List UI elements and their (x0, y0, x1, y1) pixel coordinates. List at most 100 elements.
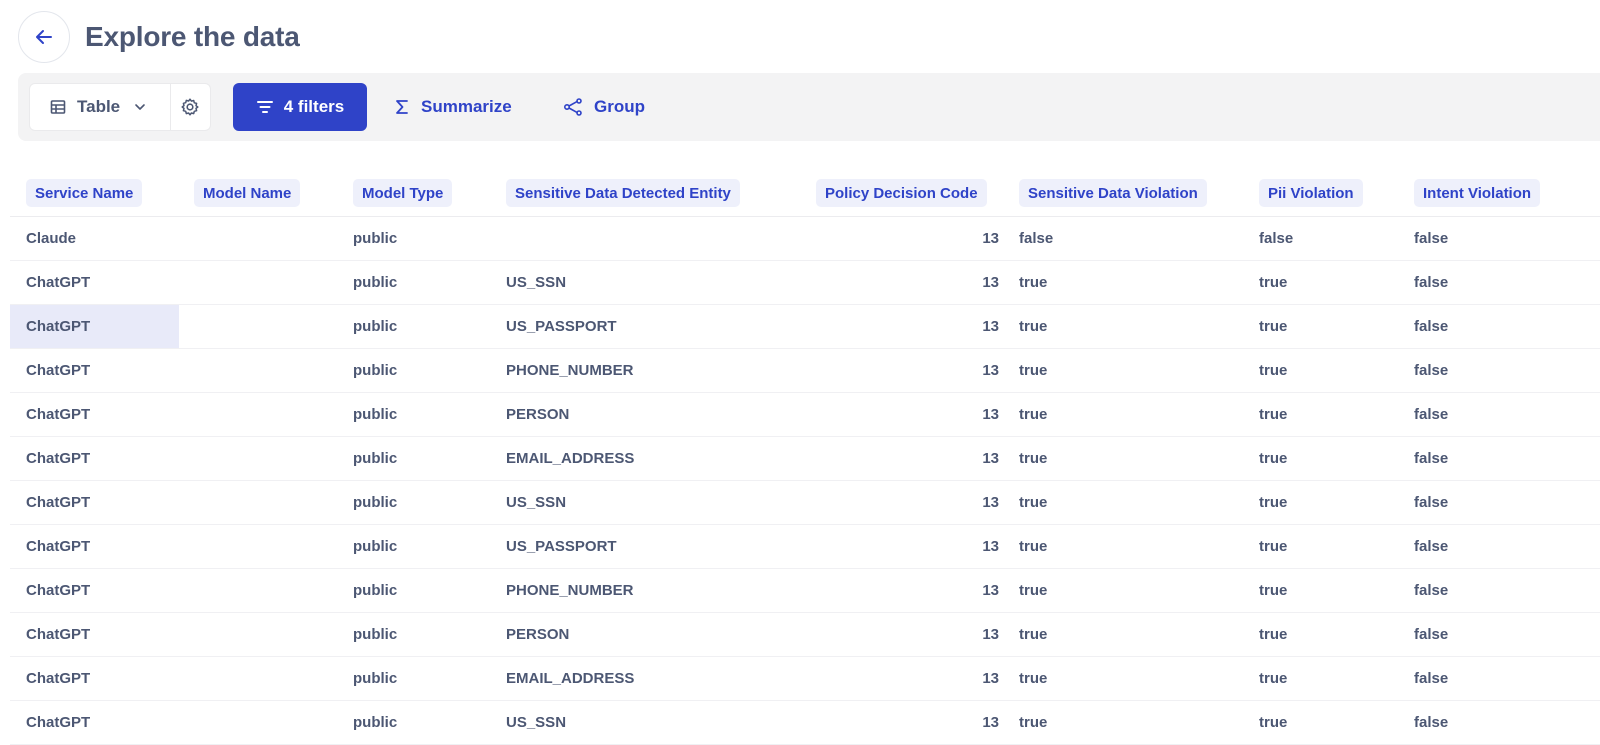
cell-sensitive-entity[interactable]: PERSON (506, 393, 796, 436)
cell-service-name[interactable]: ChatGPT (10, 261, 179, 304)
summarize-button[interactable]: Summarize (394, 83, 512, 131)
cell-model-name[interactable] (194, 349, 334, 392)
column-header-sensitive-data-violation[interactable]: Sensitive Data Violation (1019, 179, 1207, 207)
cell-intent-violation[interactable]: false (1414, 349, 1564, 392)
cell-sensitive-data-violation[interactable]: true (1019, 525, 1239, 568)
column-header-sensitive-entity[interactable]: Sensitive Data Detected Entity (506, 179, 740, 207)
cell-model-name[interactable] (194, 657, 334, 700)
cell-pii-violation[interactable]: true (1259, 525, 1399, 568)
cell-policy-decision-code[interactable]: 13 (816, 437, 999, 480)
cell-model-name[interactable] (194, 701, 334, 744)
cell-sensitive-entity[interactable]: EMAIL_ADDRESS (506, 437, 796, 480)
cell-pii-violation[interactable]: true (1259, 305, 1399, 348)
cell-service-name[interactable]: ChatGPT (10, 437, 179, 480)
cell-intent-violation[interactable]: false (1414, 393, 1564, 436)
cell-service-name[interactable]: ChatGPT (10, 349, 179, 392)
view-select[interactable]: Table (30, 84, 170, 130)
cell-pii-violation[interactable]: true (1259, 437, 1399, 480)
cell-sensitive-data-violation[interactable]: true (1019, 261, 1239, 304)
view-settings-button[interactable] (169, 84, 211, 130)
cell-policy-decision-code[interactable]: 13 (816, 349, 999, 392)
column-header-pii-violation[interactable]: Pii Violation (1259, 179, 1363, 207)
cell-sensitive-data-violation[interactable]: true (1019, 305, 1239, 348)
back-button[interactable] (18, 11, 70, 63)
cell-policy-decision-code[interactable]: 13 (816, 481, 999, 524)
cell-service-name-selected[interactable]: ChatGPT (10, 305, 179, 348)
cell-sensitive-entity[interactable]: US_SSN (506, 701, 796, 744)
cell-model-name[interactable] (194, 525, 334, 568)
cell-model-type[interactable]: public (353, 701, 493, 744)
group-button[interactable]: Group (563, 83, 645, 131)
cell-model-type[interactable]: public (353, 481, 493, 524)
cell-model-name[interactable] (194, 569, 334, 612)
column-header-intent-violation[interactable]: Intent Violation (1414, 179, 1541, 207)
cell-service-name[interactable]: Claude (10, 217, 179, 260)
cell-model-type[interactable]: public (353, 657, 493, 700)
cell-sensitive-entity[interactable]: PHONE_NUMBER (506, 349, 796, 392)
column-header-service-name[interactable]: Service Name (26, 179, 143, 207)
cell-policy-decision-code[interactable]: 13 (816, 261, 999, 304)
cell-pii-violation[interactable]: true (1259, 569, 1399, 612)
cell-model-name[interactable] (194, 305, 334, 348)
cell-policy-decision-code[interactable]: 13 (816, 701, 999, 744)
cell-model-type[interactable]: public (353, 613, 493, 656)
cell-model-type[interactable]: public (353, 525, 493, 568)
cell-sensitive-entity[interactable]: EMAIL_ADDRESS (506, 657, 796, 700)
cell-sensitive-data-violation[interactable]: true (1019, 349, 1239, 392)
cell-model-type[interactable]: public (353, 393, 493, 436)
cell-sensitive-entity[interactable]: US_PASSPORT (506, 305, 796, 348)
cell-intent-violation[interactable]: false (1414, 569, 1564, 612)
cell-sensitive-data-violation[interactable]: true (1019, 481, 1239, 524)
cell-policy-decision-code[interactable]: 13 (816, 657, 999, 700)
cell-intent-violation[interactable]: false (1414, 613, 1564, 656)
cell-intent-violation[interactable]: false (1414, 657, 1564, 700)
cell-model-name[interactable] (194, 261, 334, 304)
cell-sensitive-data-violation[interactable]: true (1019, 657, 1239, 700)
cell-policy-decision-code[interactable]: 13 (816, 393, 999, 436)
cell-model-name[interactable] (194, 393, 334, 436)
cell-service-name[interactable]: ChatGPT (10, 481, 179, 524)
cell-model-name[interactable] (194, 481, 334, 524)
cell-pii-violation[interactable]: true (1259, 613, 1399, 656)
column-header-policy-decision-code[interactable]: Policy Decision Code (816, 179, 987, 207)
cell-policy-decision-code[interactable]: 13 (816, 613, 999, 656)
filters-button[interactable]: 4 filters (233, 83, 367, 131)
cell-model-type[interactable]: public (353, 261, 493, 304)
cell-policy-decision-code[interactable]: 13 (816, 305, 999, 348)
cell-pii-violation[interactable]: false (1259, 217, 1399, 260)
cell-policy-decision-code[interactable]: 13 (816, 569, 999, 612)
cell-pii-violation[interactable]: true (1259, 481, 1399, 524)
cell-sensitive-entity[interactable] (506, 217, 796, 260)
cell-sensitive-entity[interactable]: US_PASSPORT (506, 525, 796, 568)
cell-service-name[interactable]: ChatGPT (10, 657, 179, 700)
cell-model-type[interactable]: public (353, 217, 493, 260)
cell-pii-violation[interactable]: true (1259, 261, 1399, 304)
cell-sensitive-entity[interactable]: US_SSN (506, 481, 796, 524)
cell-sensitive-data-violation[interactable]: true (1019, 569, 1239, 612)
cell-pii-violation[interactable]: true (1259, 393, 1399, 436)
column-header-model-type[interactable]: Model Type (353, 179, 453, 207)
cell-intent-violation[interactable]: false (1414, 217, 1564, 260)
cell-model-name[interactable] (194, 613, 334, 656)
cell-service-name[interactable]: ChatGPT (10, 701, 179, 744)
cell-intent-violation[interactable]: false (1414, 437, 1564, 480)
cell-sensitive-data-violation[interactable]: true (1019, 701, 1239, 744)
cell-sensitive-entity[interactable]: PHONE_NUMBER (506, 569, 796, 612)
cell-intent-violation[interactable]: false (1414, 305, 1564, 348)
cell-intent-violation[interactable]: false (1414, 481, 1564, 524)
cell-intent-violation[interactable]: false (1414, 701, 1564, 744)
cell-pii-violation[interactable]: true (1259, 701, 1399, 744)
column-header-model-name[interactable]: Model Name (194, 179, 301, 207)
cell-sensitive-entity[interactable]: PERSON (506, 613, 796, 656)
cell-model-type[interactable]: public (353, 437, 493, 480)
cell-model-type[interactable]: public (353, 349, 493, 392)
cell-policy-decision-code[interactable]: 13 (816, 525, 999, 568)
cell-service-name[interactable]: ChatGPT (10, 525, 179, 568)
cell-sensitive-entity[interactable]: US_SSN (506, 261, 796, 304)
cell-pii-violation[interactable]: true (1259, 349, 1399, 392)
cell-policy-decision-code[interactable]: 13 (816, 217, 999, 260)
cell-sensitive-data-violation[interactable]: true (1019, 613, 1239, 656)
cell-service-name[interactable]: ChatGPT (10, 613, 179, 656)
cell-service-name[interactable]: ChatGPT (10, 393, 179, 436)
cell-model-name[interactable] (194, 217, 334, 260)
